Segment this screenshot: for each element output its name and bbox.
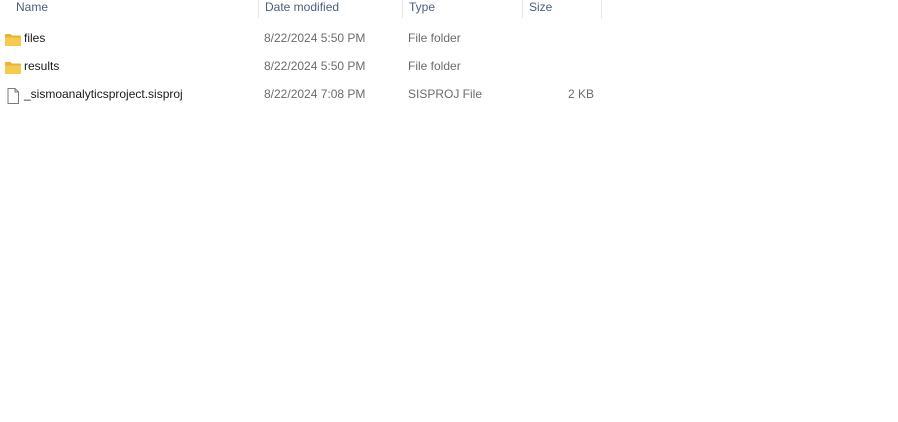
column-header-type-label: Type <box>409 0 436 14</box>
file-name-cell: results <box>4 52 254 80</box>
column-header-size-label: Size <box>529 0 553 14</box>
file-name: results <box>24 59 60 73</box>
file-row-files[interactable]: files 8/22/2024 5:50 PM File folder <box>0 24 602 52</box>
file-size <box>522 24 594 52</box>
column-header-name-label: Name <box>16 0 49 14</box>
file-type: File folder <box>408 59 461 73</box>
file-type: File folder <box>408 31 461 45</box>
file-name-cell: _sismoanalyticsproject.sisproj <box>4 80 254 108</box>
file-list: files 8/22/2024 5:50 PM File folder resu… <box>0 24 602 108</box>
file-name: files <box>24 31 46 45</box>
file-name-cell: files <box>4 24 254 52</box>
column-header-date-label: Date modified <box>265 0 340 14</box>
column-header-name[interactable]: Name <box>0 0 258 18</box>
file-row-results[interactable]: results 8/22/2024 5:50 PM File folder <box>0 52 602 80</box>
file-date-modified: 8/22/2024 5:50 PM <box>264 59 366 73</box>
column-header-type[interactable]: Type <box>402 0 522 18</box>
folder-icon <box>4 30 22 46</box>
folder-icon <box>4 58 22 74</box>
file-size <box>522 52 594 80</box>
file-icon <box>4 86 22 104</box>
column-header-date-modified[interactable]: Date modified <box>258 0 402 18</box>
file-explorer-content: Name Date modified Type Size files 8/22/… <box>0 0 898 422</box>
file-type: SISPROJ File <box>408 87 483 101</box>
file-date-modified: 8/22/2024 7:08 PM <box>264 87 366 101</box>
column-header-size[interactable]: Size <box>522 0 602 18</box>
file-row-sisproj[interactable]: _sismoanalyticsproject.sisproj 8/22/2024… <box>0 80 602 108</box>
file-date-modified: 8/22/2024 5:50 PM <box>264 31 366 45</box>
column-header-bar: Name Date modified Type Size <box>0 0 602 18</box>
file-name: _sismoanalyticsproject.sisproj <box>24 87 183 101</box>
file-size: 2 KB <box>567 87 594 101</box>
